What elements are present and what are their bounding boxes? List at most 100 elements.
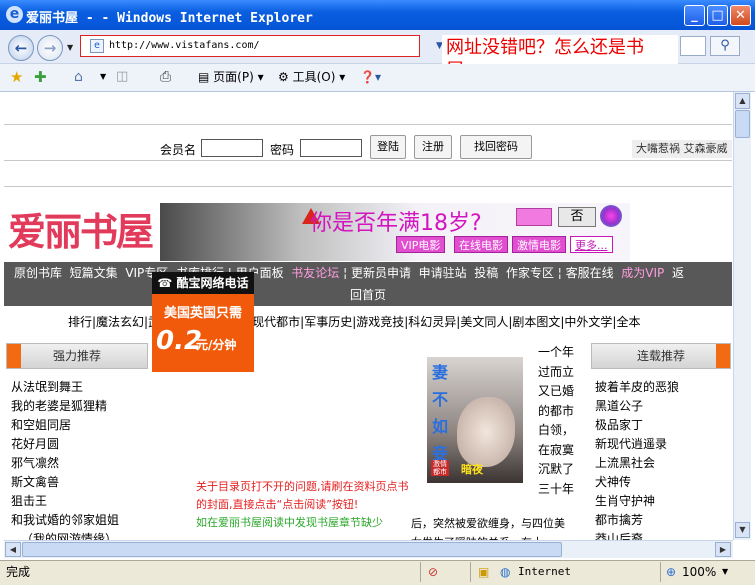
horizontal-scrollbar[interactable]: ◀ ▶ (4, 540, 733, 558)
menu-item-home[interactable]: 回首页 (350, 284, 386, 306)
recommend-list: 从法氓到舞王 我的老婆是狐狸精 和空姐同居 花好月圆 邪气凛然 斯文禽兽 狙击王… (11, 378, 119, 549)
list-item[interactable]: 极品家丁 (595, 416, 679, 435)
status-text: 完成 (6, 565, 31, 579)
page-menu-icon: ▤ (198, 70, 210, 84)
member-label: 会员名 (160, 143, 197, 157)
tools-menu[interactable]: ⚙ 工具(O) ▾ (278, 68, 345, 86)
password-input[interactable] (300, 139, 362, 157)
address-bar[interactable]: e http://www.vistafans.com/ (80, 35, 420, 57)
print-icon[interactable]: ⎙ (160, 68, 171, 86)
vertical-scrollbar[interactable]: ▲ ▼ (733, 92, 751, 540)
list-item[interactable]: 狙击王 (11, 492, 119, 511)
menu-item[interactable]: 书友论坛 (291, 266, 339, 280)
menu-item[interactable]: 投稿 (474, 266, 498, 280)
category-passion-movie[interactable]: 激情电影 (512, 236, 566, 253)
divider (4, 124, 732, 125)
ad-title: ☎ 酷宝网络电话 (152, 272, 254, 294)
category-vip-movie[interactable]: VIP电影 (396, 236, 446, 253)
zoom-icon: ⊕ (666, 565, 677, 579)
help-icon[interactable]: ❓▾ (360, 68, 381, 86)
menu-item[interactable]: 成为VIP (621, 266, 664, 280)
forward-button[interactable]: → (37, 35, 63, 61)
list-item[interactable]: 都市擒芳 (595, 511, 679, 530)
list-item[interactable]: 新现代逍遥录 (595, 435, 679, 454)
register-button[interactable]: 注册 (414, 135, 452, 159)
back-button[interactable]: ← (8, 35, 34, 61)
list-item[interactable]: 上流黑社会 (595, 454, 679, 473)
notice-line: 关于目录页打不开的问题,请刷在资料页点书的封面,直接点击“点击阅读”按钮! (196, 480, 409, 511)
no-button[interactable]: 否 (558, 207, 596, 227)
list-item[interactable]: 从法氓到舞王 (11, 378, 119, 397)
list-item[interactable]: 和我试婚的邻家姐姐 (11, 511, 119, 530)
status-bar: 完成 ⊘ ▣ ◍ Internet ⊕ 100% ▼ (0, 560, 755, 585)
panel-tab-decor (716, 344, 730, 368)
menu-item[interactable]: 申请驻站 (419, 266, 467, 280)
recover-password-button[interactable]: 找回密码 (460, 135, 532, 159)
scroll-thumb[interactable] (22, 542, 562, 557)
window-title: 爱丽书屋 - - Windows Internet Explorer (26, 11, 313, 26)
gear-icon: ⚙ (278, 70, 289, 84)
age-banner[interactable]: 你是否年满18岁? 否 VIP电影 在线电影 激情电影 更多... (160, 203, 630, 261)
zoom-dropdown-icon[interactable]: ▼ (722, 561, 728, 583)
category-online-movie[interactable]: 在线电影 (454, 236, 508, 253)
scroll-down-icon[interactable]: ▼ (735, 522, 750, 538)
password-label: 密码 (270, 143, 295, 157)
page-menu[interactable]: ▤ 页面(P) ▾ (198, 68, 264, 86)
home-icon[interactable]: ⌂ (74, 68, 83, 86)
site-logo[interactable]: 爱丽书屋 (8, 204, 158, 260)
list-item[interactable]: 我的老婆是狐狸精 (11, 397, 119, 416)
book-cover[interactable]: 妻不如妾 激情都市 暗夜 (427, 357, 523, 483)
menu-item[interactable]: 作家专区 (506, 266, 554, 280)
scroll-right-icon[interactable]: ▶ (715, 542, 731, 557)
history-dropdown-icon[interactable]: ▼ (67, 43, 73, 52)
panel-title: 强力推荐 (52, 349, 101, 363)
list-item[interactable]: 斯文禽兽 (11, 473, 119, 492)
list-item[interactable]: 花好月圆 (11, 435, 119, 454)
status-separator (470, 562, 471, 582)
ad-subtitle: 美国英国只需 (163, 306, 242, 321)
zoom-level[interactable]: 100% (682, 561, 716, 583)
login-button[interactable]: 登陆 (370, 135, 406, 159)
phone-ad[interactable]: ☎ 酷宝网络电话 美国英国只需 0.2 元/分钟 (152, 272, 254, 372)
tools-menu-label: 工具(O) (292, 70, 336, 84)
ie-logo-icon: e (6, 6, 23, 23)
cover-badge: 激情都市 (431, 460, 449, 476)
menu-item[interactable]: 原创书库 (14, 266, 62, 280)
cover-title: 妻不如妾 (431, 363, 448, 463)
list-item[interactable]: 邪气凛然 (11, 454, 119, 473)
favorites-star-icon[interactable]: ★ (10, 68, 23, 86)
search-input[interactable] (680, 36, 706, 56)
protected-mode-icon: ▣ (478, 565, 490, 579)
list-item[interactable]: 披着羊皮的恶狼 (595, 378, 679, 397)
list-item[interactable]: 和空姐同居 (11, 416, 119, 435)
maximize-button[interactable]: □ (707, 5, 728, 26)
news-marquee[interactable]: 大嘴惹祸 艾森豪威 (632, 140, 732, 158)
zone-label: Internet (518, 565, 571, 578)
search-button[interactable]: ⚲ (710, 36, 740, 56)
book-description: 一个年过而立又已婚的都市白领，在寂寞沉默了三十年 (537, 345, 574, 496)
scroll-left-icon[interactable]: ◀ (5, 542, 21, 557)
age-question: 你是否年满18岁? (310, 211, 482, 236)
scroll-up-icon[interactable]: ▲ (735, 93, 750, 109)
home-dropdown-icon[interactable]: ▼ (100, 68, 106, 86)
status-separator (660, 562, 661, 582)
cover-author: 暗夜 (461, 463, 483, 476)
list-item[interactable]: 犬神传 (595, 473, 679, 492)
menu-item[interactable]: 返 (672, 266, 684, 280)
close-button[interactable]: ✕ (730, 5, 751, 26)
menu-item[interactable]: 更新员申请 (351, 266, 411, 280)
yes-button[interactable] (516, 208, 552, 226)
menu-item[interactable]: 客服在线 (566, 266, 614, 280)
scroll-thumb[interactable] (735, 110, 750, 138)
serial-list: 披着羊皮的恶狼 黑道公子 极品家丁 新现代逍遥录 上流黑社会 犬神传 生肖守护神… (595, 378, 679, 549)
search-icon: ⚲ (720, 38, 730, 53)
member-name-input[interactable] (201, 139, 263, 157)
feeds-icon[interactable]: ◫ (116, 68, 128, 86)
menu-item[interactable]: 短篇文集 (70, 266, 118, 280)
category-more[interactable]: 更多... (570, 236, 613, 253)
add-favorites-icon[interactable]: ✚ (34, 68, 47, 86)
minimize-button[interactable]: _ (684, 5, 705, 26)
list-item[interactable]: 黑道公子 (595, 397, 679, 416)
popup-blocker-icon[interactable]: ⊘ (428, 561, 438, 583)
list-item[interactable]: 生肖守护神 (595, 492, 679, 511)
